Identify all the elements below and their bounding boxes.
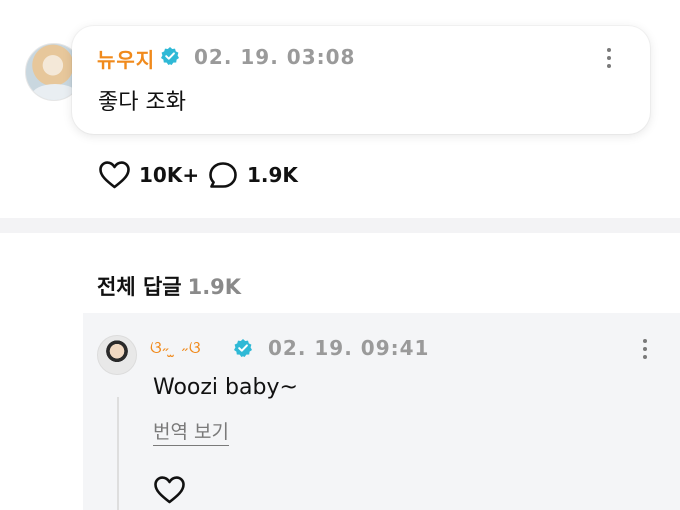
replies-title: 전체 답글: [97, 275, 182, 299]
post-text: 좋다 조화: [98, 90, 186, 115]
section-divider: [0, 218, 680, 233]
reply-author-avatar[interactable]: [97, 335, 137, 375]
post-bubble: 뉴우지 02. 19. 03:08 좋다 조화: [72, 26, 650, 134]
post-actions: 10K+ 1.9K: [98, 160, 398, 190]
heart-icon[interactable]: [98, 160, 131, 190]
verified-badge-icon: [234, 339, 252, 357]
post-timestamp: 02. 19. 03:08: [194, 45, 356, 69]
more-vertical-icon[interactable]: [636, 335, 654, 363]
comment-bubble-icon[interactable]: [208, 161, 238, 189]
reply-author-name[interactable]: ଓ˶ ̫ ˶ଓ: [150, 338, 202, 358]
translate-link[interactable]: 번역 보기: [153, 417, 229, 446]
like-count: 10K+: [139, 163, 200, 187]
heart-icon[interactable]: [153, 475, 186, 505]
reply-item: ଓ˶ ̫ ˶ଓ 02. 19. 09:41 Woozi baby~ 번역 보기: [83, 313, 680, 510]
reply-timestamp: 02. 19. 09:41: [268, 336, 430, 360]
thread-line: [117, 397, 119, 510]
replies-total: 1.9K: [187, 275, 242, 299]
reply-text: Woozi baby~: [153, 375, 298, 400]
reply-count: 1.9K: [247, 163, 298, 187]
more-vertical-icon[interactable]: [600, 44, 618, 72]
verified-badge-icon: [161, 47, 179, 65]
author-name[interactable]: 뉴우지: [97, 44, 155, 73]
replies-header: 전체 답글 1.9K: [97, 271, 241, 301]
main-post: 뉴우지 02. 19. 03:08 좋다 조화 10K+ 1.9K: [0, 0, 680, 218]
